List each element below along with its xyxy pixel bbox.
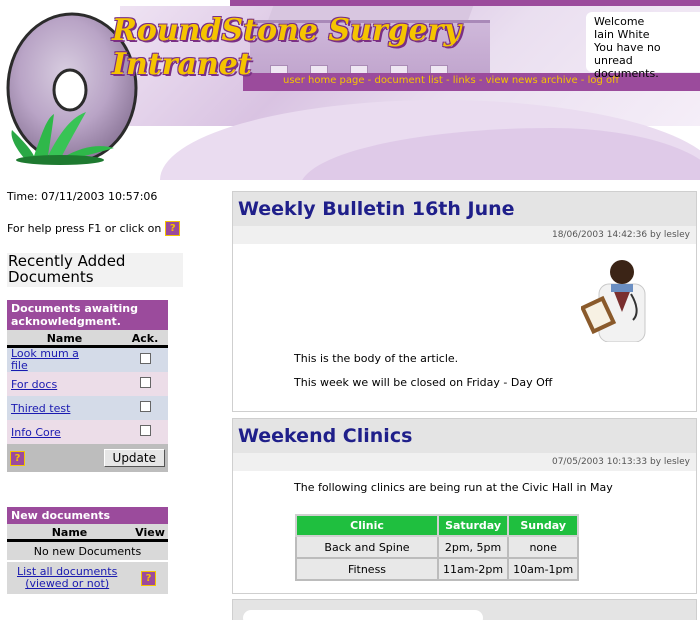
help-icon[interactable]: ? (141, 570, 156, 586)
ack-checkbox[interactable] (139, 353, 151, 364)
nav-news-archive-link[interactable]: view news archive (486, 75, 578, 86)
new-documents-header: Name View (7, 524, 168, 542)
table-cell: 2pm, 5pm (436, 535, 510, 559)
table-cell: Back and Spine (295, 535, 439, 559)
clinic-table: Clinic Saturday Sunday Back and Spine 2p… (295, 514, 580, 581)
site-header: user home page - document list - links -… (0, 0, 700, 180)
table-cell: Fitness (295, 557, 439, 581)
awaiting-ack-row: Look mum a file (7, 348, 168, 372)
logo-line-1: RoundStone Surgery (112, 13, 461, 48)
new-documents-panel: New documents Name View No new Documents… (7, 507, 168, 594)
awaiting-ack-title: Documents awaiting acknowledgment. (7, 300, 168, 330)
list-all-row: List all documents (viewed or not) ? (7, 562, 168, 594)
table-header-row: Clinic Saturday Sunday (295, 514, 580, 537)
awaiting-ack-panel: Documents awaiting acknowledgment. Name … (7, 300, 168, 472)
col-ack-header: Ack. (131, 332, 159, 345)
table-cell: none (507, 535, 580, 559)
ack-checkbox[interactable] (139, 377, 151, 388)
welcome-status-line: unread documents. (594, 54, 659, 80)
awaiting-ack-row: Info Core (7, 420, 168, 444)
article-body: This is the body of the article. This we… (233, 244, 696, 411)
site-logo-text: RoundStone Surgery Intranet (112, 14, 461, 82)
article-text: This is the body of the article. This we… (294, 352, 552, 400)
article-intro: The following clinics are being run at t… (294, 481, 613, 494)
awaiting-ack-row: Thired test (7, 396, 168, 420)
article-header: Weekly Bulletin 16th June (233, 192, 696, 226)
article-paragraph: This week we will be closed on Friday - … (294, 376, 553, 389)
article-paragraph: This is the body of the article. (294, 352, 459, 365)
help-text: For help press F1 or click on (7, 222, 162, 235)
document-link-look-mum-a-file[interactable]: Look mum a file (11, 348, 89, 372)
article-meta: 18/06/2003 14:42:36 by lesley (233, 226, 696, 244)
update-button[interactable]: Update (103, 449, 165, 467)
article-title-placeholder (243, 610, 483, 620)
news-article: Weekend Clinics 07/05/2003 10:13:33 by l… (232, 418, 697, 594)
table-row: Fitness 11am-2pm 10am-1pm (295, 557, 580, 581)
welcome-greeting: Welcome (594, 15, 645, 28)
ack-checkbox[interactable] (139, 401, 151, 412)
document-link-info-core[interactable]: Info Core (11, 426, 61, 439)
article-meta: 07/05/2003 10:13:33 by lesley (233, 453, 696, 471)
document-link-thired-test[interactable]: Thired test (11, 402, 70, 415)
recent-documents-heading: Recently Added Documents (7, 253, 183, 287)
news-article: Weekly Bulletin 16th June 18/06/2003 14:… (232, 191, 697, 412)
article-title: Weekly Bulletin 16th June (238, 198, 515, 220)
welcome-status-line: You have no (594, 41, 661, 54)
ack-checkbox[interactable] (139, 425, 151, 436)
col-name-header: Name (51, 526, 88, 539)
table-header: Sunday (507, 514, 580, 537)
awaiting-ack-header: Name Ack. (7, 330, 168, 348)
article-body: The following clinics are being run at t… (233, 471, 696, 593)
table-row: Back and Spine 2pm, 5pm none (295, 535, 580, 559)
table-header: Clinic (295, 514, 439, 537)
help-icon[interactable]: ? (10, 450, 25, 466)
table-cell: 11am-2pm (436, 557, 510, 581)
current-time: Time: 07/11/2003 10:57:06 (7, 190, 158, 203)
awaiting-ack-row: For docs (7, 372, 168, 396)
news-article-partial (232, 599, 697, 620)
help-hint: For help press F1 or click on ? (7, 221, 181, 236)
awaiting-ack-footer: ? Update (7, 444, 168, 472)
document-link-for-docs[interactable]: For docs (11, 378, 57, 391)
article-header: Weekend Clinics (233, 419, 696, 453)
table-header: Saturday (436, 514, 510, 537)
col-name-header: Name (46, 332, 83, 345)
doctor-photo-icon (581, 260, 646, 342)
col-view-header: View (135, 526, 165, 539)
list-all-documents-link[interactable]: List all documents (viewed or not) (17, 566, 117, 590)
new-documents-title: New documents (7, 507, 168, 524)
table-cell: 10am-1pm (507, 557, 580, 581)
no-new-documents-text: No new Documents (7, 542, 168, 562)
welcome-box: Welcome Iain White You have no unread do… (586, 12, 700, 80)
welcome-user-name: Iain White (594, 28, 650, 41)
article-title: Weekend Clinics (238, 425, 413, 447)
help-icon[interactable]: ? (165, 221, 181, 236)
logo-line-2: Intranet (112, 47, 252, 82)
header-top-bar (230, 0, 700, 6)
